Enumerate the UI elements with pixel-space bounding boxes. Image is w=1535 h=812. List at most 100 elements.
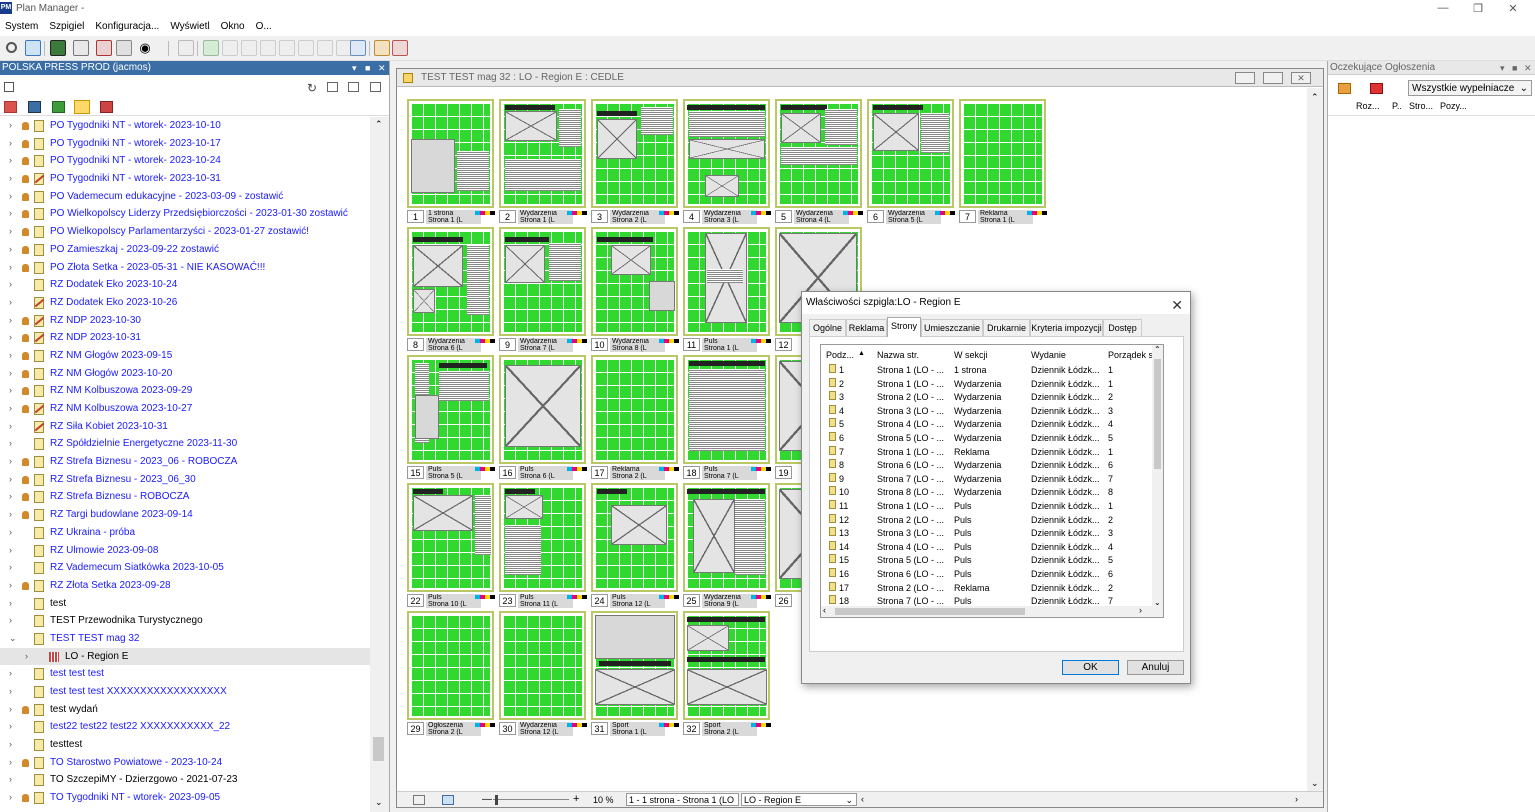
- chevron-right-icon[interactable]: ›: [9, 400, 12, 418]
- rotate-icon[interactable]: [279, 40, 295, 56]
- page-thumbnail[interactable]: [683, 99, 770, 208]
- zoom-icon[interactable]: [6, 42, 17, 53]
- menu-system[interactable]: System: [0, 18, 44, 32]
- chevron-right-icon[interactable]: ›: [9, 789, 12, 807]
- menu-about[interactable]: O...: [251, 18, 278, 32]
- tree-item[interactable]: › RZ Strefa Biznesu - ROBOCZA: [0, 488, 370, 506]
- page-thumbnail[interactable]: [775, 99, 862, 208]
- table-row[interactable]: 3 Strona 2 (LO - ... Wydarzenia Dziennik Łó…: [821, 391, 1163, 405]
- chevron-right-icon[interactable]: ›: [9, 170, 12, 188]
- tab-dost-p[interactable]: Dostęp: [1103, 319, 1142, 336]
- chevron-right-icon[interactable]: ›: [9, 241, 12, 259]
- ad-list-icon[interactable]: [1338, 83, 1351, 94]
- chevron-right-icon[interactable]: ›: [9, 506, 12, 524]
- page-thumbnail[interactable]: [683, 355, 770, 464]
- chevron-right-icon[interactable]: ›: [9, 329, 12, 347]
- chevron-right-icon[interactable]: ›: [9, 701, 12, 719]
- chevron-right-icon[interactable]: ›: [9, 312, 12, 330]
- chevron-right-icon[interactable]: ›: [9, 524, 12, 542]
- ad-reject-icon[interactable]: [1370, 83, 1383, 94]
- region-select[interactable]: LO - Region E ⌄: [741, 793, 857, 806]
- tree-item[interactable]: › RZ Strefa Biznesu - 2023_06 - ROBOCZA: [0, 453, 370, 471]
- tree-item[interactable]: › RZ Strefa Biznesu - 2023_06_30: [0, 471, 370, 489]
- table-row[interactable]: 14 Strona 4 (LO - ... Puls Dziennik Łódzk..…: [821, 540, 1163, 555]
- tree-item[interactable]: › RZ NM Głogów 2023-10-20: [0, 365, 370, 383]
- tree-item[interactable]: › RZ NM Głogów 2023-09-15: [0, 347, 370, 365]
- move-page-icon[interactable]: [241, 40, 257, 56]
- tree-item[interactable]: › PO Wielkopolscy Parlamentarzyści - 2023…: [0, 223, 370, 241]
- chevron-right-icon[interactable]: ›: [9, 259, 12, 277]
- doc-icon[interactable]: [178, 40, 194, 56]
- calendar-icon[interactable]: [4, 101, 17, 113]
- layout-icon[interactable]: [116, 40, 132, 56]
- col-stro[interactable]: Stro...: [1409, 101, 1433, 111]
- tree-item[interactable]: ⌄ TEST TEST mag 32: [0, 630, 370, 648]
- table-vscroll[interactable]: ⌃ ⌄: [1152, 345, 1163, 607]
- column-header[interactable]: Podz...: [826, 350, 854, 360]
- page-edit-icon[interactable]: [50, 40, 66, 56]
- chevron-right-icon[interactable]: ›: [9, 382, 12, 400]
- tree-item[interactable]: › TO Starostwo Powiatowe - 2023-10-24: [0, 754, 370, 772]
- chevron-right-icon[interactable]: ›: [9, 135, 12, 153]
- table-hscroll[interactable]: ‹ ›: [821, 605, 1163, 617]
- table-row[interactable]: 2 Strona 1 (LO - ... Wydarzenia Dziennik Łó…: [821, 377, 1163, 392]
- right-dropdown-icon[interactable]: ▾: [1500, 61, 1505, 75]
- page-thumbnail[interactable]: [499, 483, 586, 592]
- tree-item[interactable]: › RZ NDP 2023-10-31: [0, 329, 370, 347]
- chevron-right-icon[interactable]: ›: [9, 294, 12, 312]
- menu-wyswietl[interactable]: Wyświetl: [165, 18, 215, 32]
- chevron-right-icon[interactable]: ›: [9, 559, 12, 577]
- hscroll-left-icon[interactable]: ‹: [861, 794, 864, 804]
- chevron-down-icon[interactable]: ⌄: [9, 630, 17, 648]
- zoom-slider-thumb[interactable]: [495, 795, 498, 805]
- minimize-icon[interactable]: —: [1436, 2, 1450, 14]
- tree-item[interactable]: › test22 test22 test22 XXXXXXXXXXX_22: [0, 718, 370, 736]
- chevron-right-icon[interactable]: ›: [9, 471, 12, 489]
- page-thumbnail[interactable]: [407, 355, 494, 464]
- table-vscroll-thumb[interactable]: [1154, 359, 1161, 469]
- chevron-right-icon[interactable]: ›: [25, 648, 28, 666]
- tree-item[interactable]: › RZ Złota Setka 2023-09-28: [0, 577, 370, 595]
- ok-button[interactable]: OK: [1062, 660, 1119, 675]
- zoom-out-icon[interactable]: —: [482, 794, 492, 805]
- sheet-icon[interactable]: [52, 101, 65, 113]
- page-thumbnail[interactable]: [683, 611, 770, 720]
- tree-item[interactable]: › RZ Targi budowlane 2023-09-14: [0, 506, 370, 524]
- select-tool-icon[interactable]: [25, 40, 41, 56]
- chevron-right-icon[interactable]: ›: [9, 205, 12, 223]
- tree-item[interactable]: › RZ NM Kolbuszowa 2023-10-27: [0, 400, 370, 418]
- chevron-right-icon[interactable]: ›: [9, 418, 12, 436]
- pin-icon[interactable]: ■: [365, 61, 370, 75]
- tree-item[interactable]: › testtest: [0, 736, 370, 754]
- chevron-right-icon[interactable]: ›: [9, 488, 12, 506]
- ad-filter-icon[interactable]: [392, 40, 408, 56]
- chevron-right-icon[interactable]: ›: [9, 542, 12, 560]
- table-row[interactable]: 5 Strona 4 (LO - ... Wydarzenia Dziennik Łó…: [821, 418, 1163, 432]
- mdi-close-button[interactable]: ✕: [1291, 72, 1311, 84]
- table-row[interactable]: 16 Strona 6 (LO - ... Puls Dziennik Łódzk..…: [821, 568, 1163, 582]
- tab-strony[interactable]: Strony: [887, 317, 921, 337]
- table-row[interactable]: 10 Strona 8 (LO - ... Wydarzenia Dziennik Ł…: [821, 486, 1163, 500]
- tree-item[interactable]: › RZ Dodatek Eko 2023-10-24: [0, 276, 370, 294]
- tree-item[interactable]: › PO Tygodniki NT - wtorek- 2023-10-10: [0, 117, 370, 135]
- tab-og-lne[interactable]: Ogólne: [809, 319, 846, 336]
- swap-page-icon[interactable]: [260, 40, 276, 56]
- tree-item[interactable]: › RZ Siła Kobiet 2023-10-31: [0, 418, 370, 436]
- ad-icon[interactable]: [374, 40, 390, 56]
- chevron-right-icon[interactable]: ›: [9, 683, 12, 701]
- tab-umieszczanie[interactable]: Umieszczanie: [921, 319, 983, 336]
- right-close-icon[interactable]: ✕: [1524, 61, 1532, 75]
- table-scroll-up-icon[interactable]: ⌃: [1154, 345, 1161, 354]
- list-icon[interactable]: [4, 82, 14, 92]
- tree-item[interactable]: › RZ Ukraina - próba: [0, 524, 370, 542]
- table-row[interactable]: 17 Strona 2 (LO - ... Reklama Dziennik Łódz…: [821, 581, 1163, 596]
- page-thumbnail[interactable]: [683, 227, 770, 336]
- tree-item[interactable]: › test wydań: [0, 701, 370, 719]
- tree-item[interactable]: › test test test XXXXXXXXXXXXXXXXXX: [0, 683, 370, 701]
- layers-icon[interactable]: [28, 101, 41, 113]
- table-row[interactable]: 8 Strona 6 (LO - ... Wydarzenia Dziennik Łó…: [821, 459, 1163, 473]
- page-thumbnail[interactable]: [959, 99, 1046, 208]
- scroll-thumb[interactable]: [373, 737, 384, 761]
- refresh-view-icon[interactable]: [350, 40, 366, 56]
- dropdown-icon[interactable]: ▾: [352, 61, 357, 75]
